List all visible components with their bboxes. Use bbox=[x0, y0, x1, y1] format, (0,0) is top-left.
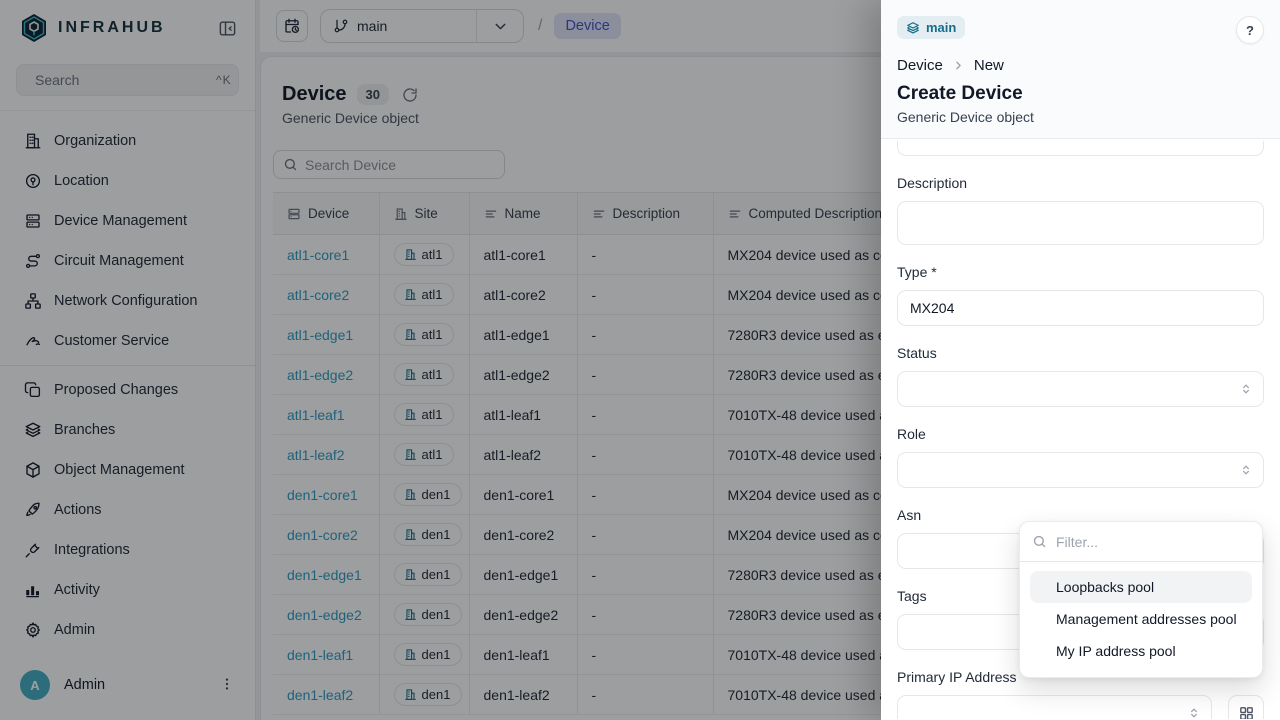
field-label: Status bbox=[897, 343, 1264, 363]
panel-breadcrumb: Device New bbox=[897, 57, 1264, 74]
dropdown-option-loopbacks-pool[interactable]: Loopbacks pool bbox=[1030, 571, 1252, 603]
help-button[interactable]: ? bbox=[1236, 16, 1264, 44]
field-description: Description bbox=[897, 173, 1264, 245]
dropdown-option-management-addresses-pool[interactable]: Management addresses pool bbox=[1030, 603, 1252, 635]
panel-header: main ? Device New Create Device Generic … bbox=[881, 0, 1280, 139]
field-role: Role bbox=[897, 424, 1264, 488]
field-type: Type * bbox=[897, 262, 1264, 326]
create-device-form: Description Type * Status Role A bbox=[881, 139, 1280, 719]
panel-title: Create Device bbox=[897, 83, 1264, 105]
chevrons-up-down-icon bbox=[1239, 382, 1253, 396]
field-label: Role bbox=[897, 424, 1264, 444]
chevron-right-icon bbox=[952, 59, 965, 72]
app-root: INFRAHUB ^K Organization Location Device… bbox=[0, 0, 1280, 720]
grid-icon bbox=[1238, 705, 1255, 720]
breadcrumb-parent[interactable]: Device bbox=[897, 57, 943, 74]
search-icon bbox=[1032, 534, 1047, 549]
pool-filter[interactable] bbox=[1020, 522, 1262, 562]
pool-dropdown: Loopbacks pool Management addresses pool… bbox=[1019, 521, 1263, 678]
type-input[interactable] bbox=[910, 300, 1251, 316]
pool-filter-input[interactable] bbox=[1056, 534, 1250, 550]
field-label: Type * bbox=[897, 262, 1264, 282]
panel-subtitle: Generic Device object bbox=[897, 109, 1264, 125]
layers-icon bbox=[906, 21, 920, 35]
role-select[interactable] bbox=[897, 452, 1264, 488]
modal-overlay[interactable] bbox=[0, 0, 881, 720]
pool-options: Loopbacks pool Management addresses pool… bbox=[1020, 562, 1262, 677]
field-label: Description bbox=[897, 173, 1264, 193]
chevrons-up-down-icon bbox=[1187, 706, 1201, 719]
primary-ip-select[interactable] bbox=[897, 695, 1212, 719]
pool-selector-button[interactable] bbox=[1228, 695, 1264, 719]
breadcrumb-current: New bbox=[974, 57, 1004, 74]
clipped-field[interactable] bbox=[897, 141, 1264, 156]
description-textarea[interactable] bbox=[897, 201, 1264, 245]
status-select[interactable] bbox=[897, 371, 1264, 407]
create-device-panel: main ? Device New Create Device Generic … bbox=[881, 0, 1280, 720]
dropdown-option-my-ip-address-pool[interactable]: My IP address pool bbox=[1030, 635, 1252, 667]
field-status: Status bbox=[897, 343, 1264, 407]
chevrons-up-down-icon bbox=[1239, 463, 1253, 477]
branch-badge: main bbox=[897, 16, 965, 39]
